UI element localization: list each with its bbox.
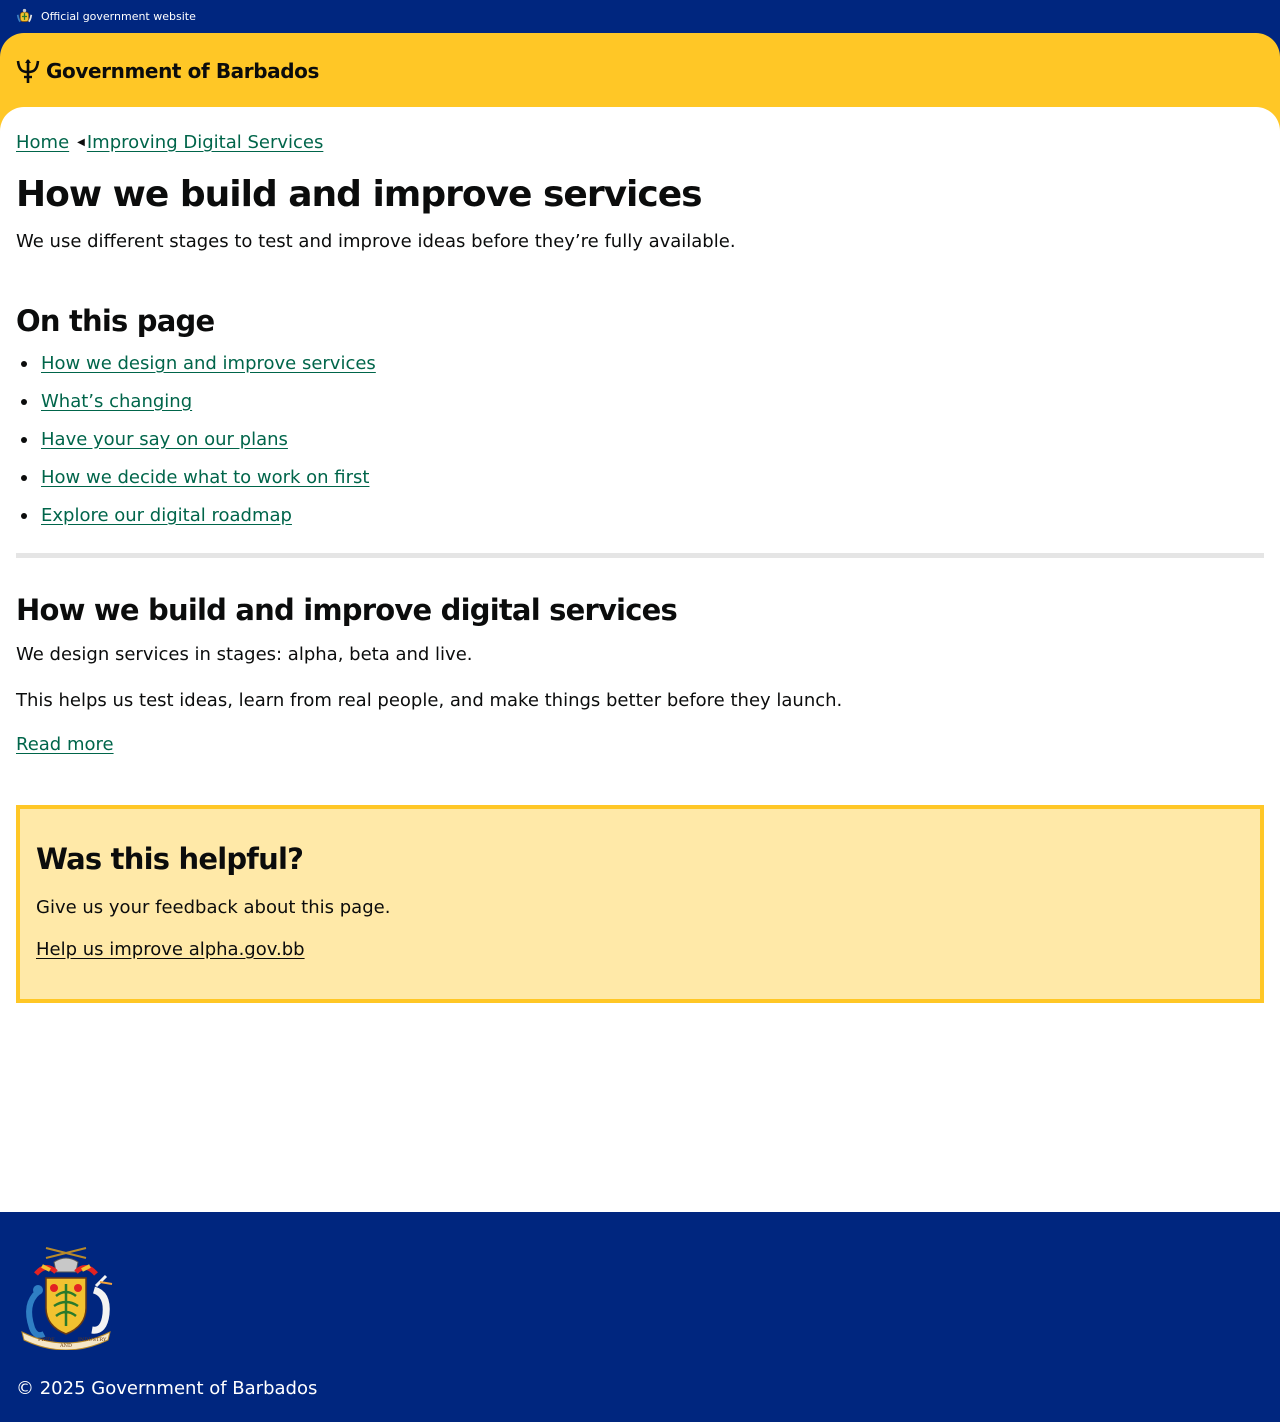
motto-word: INDUSTRY (78, 1337, 107, 1343)
breadcrumb: Home ◀ Improving Digital Services (16, 132, 1264, 153)
copyright-text: © 2025 Government of Barbados (16, 1378, 318, 1399)
toc-link-design[interactable]: How we design and improve services (41, 351, 376, 377)
read-more-link[interactable]: Read more (16, 734, 114, 755)
coat-of-arms-icon: PRIDE AND INDUSTRY (21, 1247, 113, 1351)
site-footer: PRIDE AND INDUSTRY © 2025 Government of … (0, 1212, 1280, 1422)
bullet-icon (21, 513, 27, 519)
list-item: Have your say on our plans (16, 427, 1264, 453)
list-item: How we design and improve services (16, 351, 1264, 377)
breadcrumb-improving-link[interactable]: Improving Digital Services (87, 132, 324, 153)
bullet-icon (21, 437, 27, 443)
feedback-link[interactable]: Help us improve alpha.gov.bb (36, 939, 305, 960)
toc-list: How we design and improve services What’… (16, 351, 1264, 529)
home-logo-link[interactable]: Government of Barbados (16, 58, 319, 84)
section-divider (16, 553, 1264, 558)
bullet-icon (21, 361, 27, 367)
bullet-icon (21, 399, 27, 405)
feedback-title: Was this helpful? (36, 842, 304, 876)
page-title: How we build and improve services (16, 174, 703, 215)
main-content: Home ◀ Improving Digital Services How we… (0, 107, 1280, 1212)
toc-title: On this page (16, 304, 215, 338)
feedback-panel: Was this helpful? Give us your feedback … (16, 805, 1264, 1003)
arrow-left-icon: ◀ (77, 137, 85, 148)
official-banner-text: Official government website (41, 10, 196, 23)
section-paragraph: This helps us test ideas, learn from rea… (16, 690, 843, 711)
motto-word: PRIDE (38, 1337, 55, 1343)
feedback-text: Give us your feedback about this page. (36, 897, 391, 918)
list-item: What’s changing (16, 389, 1264, 415)
brand-name: Government of Barbados (46, 58, 320, 83)
list-item: How we decide what to work on first (16, 465, 1264, 491)
section-paragraph: We design services in stages: alpha, bet… (16, 644, 473, 665)
page-lead: We use different stages to test and impr… (16, 231, 736, 252)
section-title: How we build and improve digital service… (16, 593, 678, 627)
toc-link-decide[interactable]: How we decide what to work on first (41, 465, 369, 491)
trident-icon (16, 58, 40, 83)
toc-link-have-your-say[interactable]: Have your say on our plans (41, 427, 288, 453)
breadcrumb-home-link[interactable]: Home (16, 132, 69, 153)
list-item: Explore our digital roadmap (16, 503, 1264, 529)
site-header: Government of Barbados (0, 33, 1280, 108)
official-banner: Official government website (0, 0, 1280, 33)
coat-of-arms-icon (16, 8, 33, 23)
toc-link-roadmap[interactable]: Explore our digital roadmap (41, 503, 292, 529)
toc-link-changing[interactable]: What’s changing (41, 389, 192, 415)
bullet-icon (21, 475, 27, 481)
motto-word: AND (59, 1343, 72, 1349)
